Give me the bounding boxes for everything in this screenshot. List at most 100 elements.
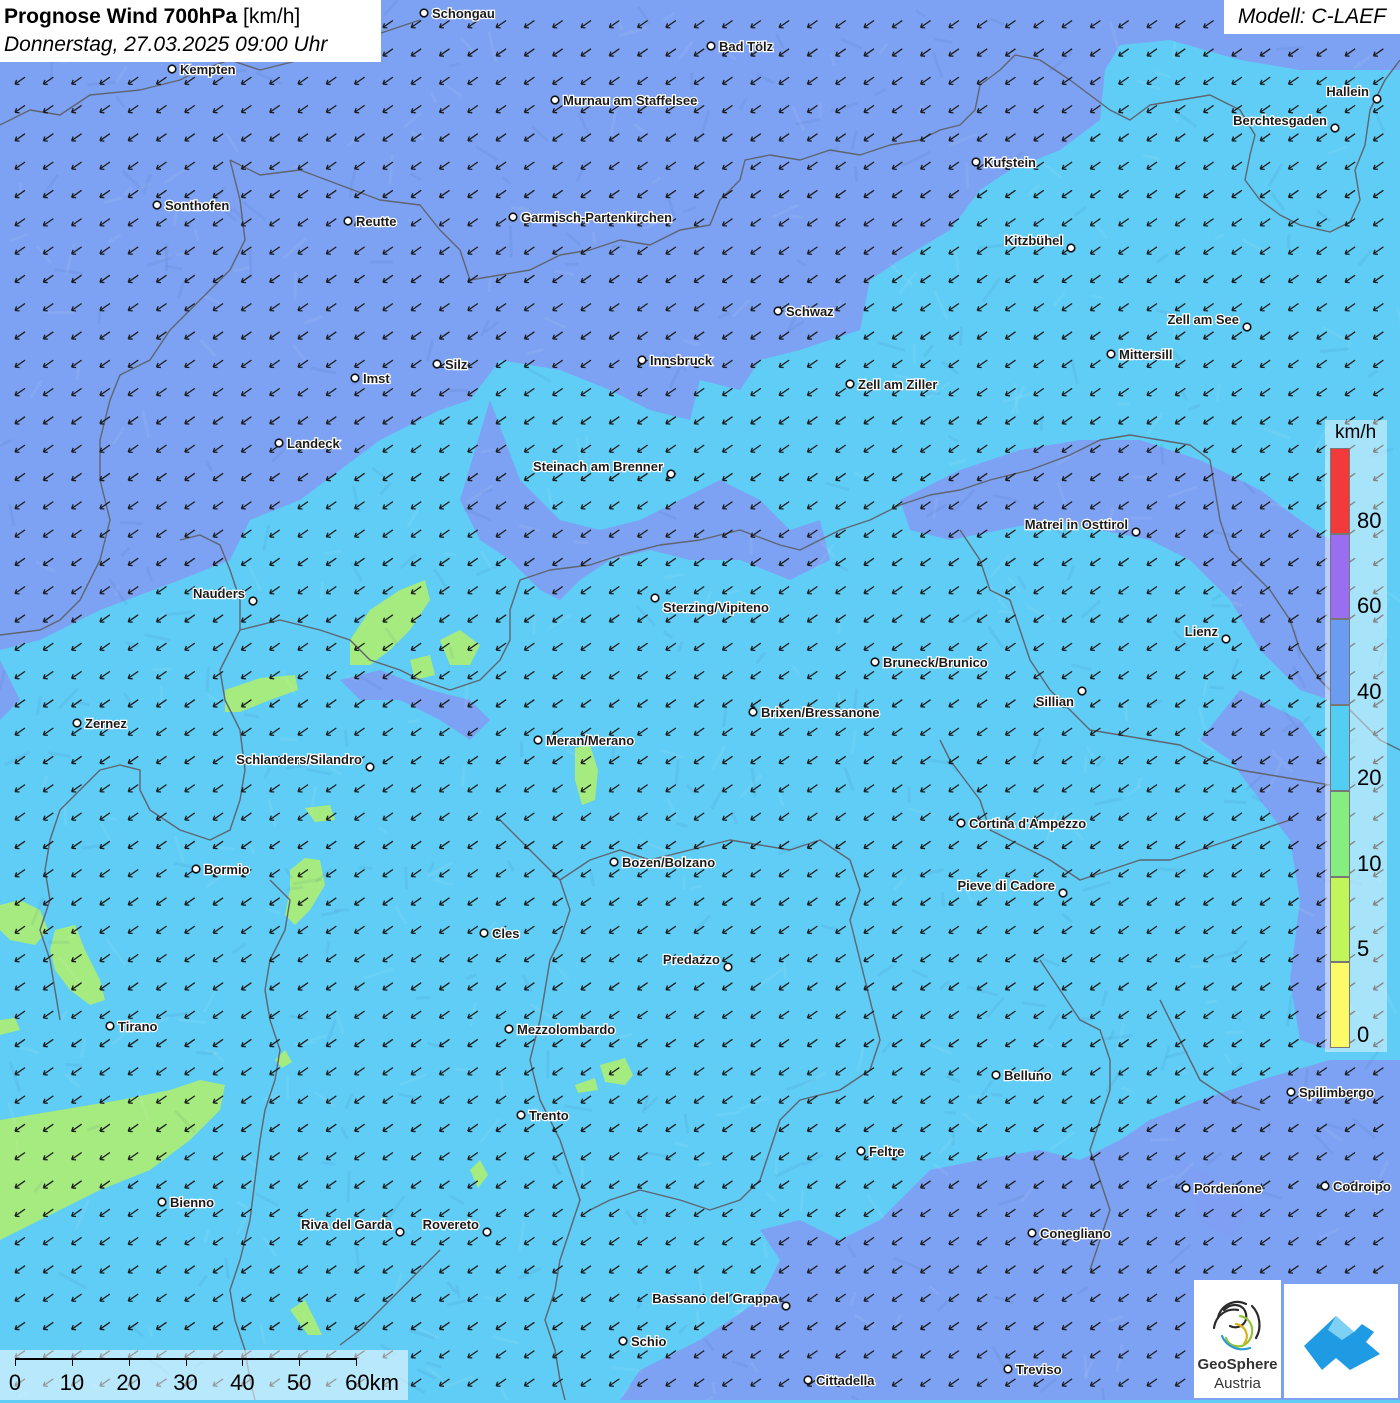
city-dot[interactable] <box>1321 1182 1329 1190</box>
relief-stroke <box>294 1042 316 1044</box>
city-marker[interactable]: Sonthofen <box>153 198 229 213</box>
city-marker[interactable]: Brixen/Bressanone <box>749 705 879 720</box>
city-dot[interactable] <box>153 201 161 209</box>
city-dot[interactable] <box>651 594 659 602</box>
city-label: Schio <box>631 1334 666 1349</box>
city-marker[interactable]: Bruneck/Brunico <box>871 655 988 670</box>
city-dot[interactable] <box>433 360 441 368</box>
city-dot[interactable] <box>158 1198 166 1206</box>
city-dot[interactable] <box>483 1228 491 1236</box>
city-dot[interactable] <box>1078 687 1086 695</box>
city-dot[interactable] <box>1067 244 1075 252</box>
geosphere-logo[interactable]: GeoSphere Austria <box>1194 1280 1281 1398</box>
city-dot[interactable] <box>1028 1229 1036 1237</box>
city-label: Zernez <box>85 716 127 731</box>
city-dot[interactable] <box>846 380 854 388</box>
city-marker[interactable]: Pordenone <box>1182 1181 1262 1196</box>
relief-stroke <box>207 667 208 691</box>
relief-stroke <box>1102 1388 1103 1400</box>
city-dot[interactable] <box>509 213 517 221</box>
city-dot[interactable] <box>1287 1088 1295 1096</box>
relief-stroke <box>345 731 347 747</box>
weather-app-logo[interactable] <box>1284 1284 1398 1398</box>
city-label: Innsbruck <box>650 353 713 368</box>
city-dot[interactable] <box>168 65 176 73</box>
relief-stroke <box>1209 687 1224 688</box>
city-dot[interactable] <box>619 1337 627 1345</box>
city-dot[interactable] <box>1182 1184 1190 1192</box>
city-label: Zell am See <box>1167 312 1239 327</box>
city-dot[interactable] <box>610 858 618 866</box>
city-marker[interactable]: Murnau am Staffelsee <box>551 93 697 108</box>
city-dot[interactable] <box>1107 350 1115 358</box>
city-dot[interactable] <box>992 1071 1000 1079</box>
city-dot[interactable] <box>534 736 542 744</box>
city-dot[interactable] <box>249 597 257 605</box>
relief-stroke <box>416 998 429 999</box>
city-label: Silz <box>445 357 468 372</box>
city-dot[interactable] <box>724 963 732 971</box>
city-dot[interactable] <box>957 819 965 827</box>
city-marker[interactable]: Meran/Merano <box>534 733 634 748</box>
city-marker[interactable]: Schongau <box>420 6 495 21</box>
city-dot[interactable] <box>782 1302 790 1310</box>
city-dot[interactable] <box>420 9 428 17</box>
city-label: Zell am Ziller <box>858 377 937 392</box>
city-dot[interactable] <box>638 356 646 364</box>
city-marker[interactable]: Bozen/Bolzano <box>610 855 715 870</box>
city-dot[interactable] <box>1243 323 1251 331</box>
city-dot[interactable] <box>351 374 359 382</box>
legend-tick-label: 80 <box>1357 510 1381 532</box>
city-dot[interactable] <box>1222 635 1230 643</box>
city-dot[interactable] <box>1059 889 1067 897</box>
wind-forecast-map[interactable]: SchongauBad TölzKemptenMurnau am Staffel… <box>0 0 1400 1400</box>
city-dot[interactable] <box>1004 1365 1012 1373</box>
relief-stroke <box>406 867 407 889</box>
city-dot[interactable] <box>106 1022 114 1030</box>
city-marker[interactable]: Zell am Ziller <box>846 377 937 392</box>
city-dot[interactable] <box>857 1147 865 1155</box>
city-dot[interactable] <box>749 708 757 716</box>
city-dot[interactable] <box>1132 528 1140 536</box>
scale-tick <box>72 1358 73 1366</box>
relief-stroke <box>713 1383 714 1393</box>
city-dot[interactable] <box>1373 95 1381 103</box>
city-dot[interactable] <box>551 96 559 104</box>
relief-stroke <box>1269 1121 1270 1132</box>
legend-tick-label: 20 <box>1357 767 1381 789</box>
city-marker[interactable]: Innsbruck <box>638 353 713 368</box>
scale-label: 20 <box>116 1370 140 1396</box>
city-dot[interactable] <box>517 1111 525 1119</box>
city-marker[interactable]: Cortina d'Ampezzo <box>957 816 1086 831</box>
city-dot[interactable] <box>480 929 488 937</box>
city-dot[interactable] <box>275 439 283 447</box>
city-dot[interactable] <box>871 658 879 666</box>
city-dot[interactable] <box>1331 124 1339 132</box>
city-marker[interactable]: Garmisch-Partenkirchen <box>509 210 672 225</box>
city-dot[interactable] <box>396 1228 404 1236</box>
city-label: Imst <box>363 371 390 386</box>
relief-stroke <box>998 611 1014 612</box>
relief-stroke <box>855 167 856 183</box>
city-dot[interactable] <box>73 719 81 727</box>
city-marker[interactable]: Spilimbergo <box>1287 1085 1374 1100</box>
city-dot[interactable] <box>667 470 675 478</box>
city-marker[interactable]: Conegliano <box>1028 1226 1111 1241</box>
map-title: Prognose Wind 700hPa [km/h] <box>4 3 377 31</box>
city-dot[interactable] <box>505 1025 513 1033</box>
relief-stroke <box>359 867 372 868</box>
city-label: Kitzbühel <box>1005 233 1064 248</box>
city-dot[interactable] <box>344 217 352 225</box>
city-dot[interactable] <box>366 763 374 771</box>
title-main: Prognose Wind 700hPa <box>4 5 237 28</box>
city-dot[interactable] <box>707 42 715 50</box>
scale-tick <box>356 1358 357 1366</box>
city-dot[interactable] <box>804 1376 812 1384</box>
city-dot[interactable] <box>774 307 782 315</box>
city-label: Feltre <box>869 1144 904 1159</box>
city-marker[interactable]: Mezzolombardo <box>505 1022 615 1037</box>
city-dot[interactable] <box>972 158 980 166</box>
city-dot[interactable] <box>192 865 200 873</box>
city-label: Berchtesgaden <box>1233 113 1327 128</box>
scale-tick <box>299 1358 300 1366</box>
